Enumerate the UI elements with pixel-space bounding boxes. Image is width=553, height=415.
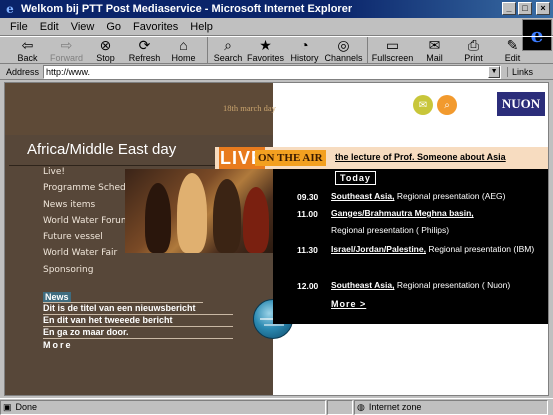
nuon-logo[interactable]: NUON — [497, 92, 545, 116]
menu-file[interactable]: File — [4, 21, 34, 33]
toolbar: ⇦ Back ⇨ Forward ⊗ Stop ⟳ Refresh ⌂ Home ⌕ Sea… — [0, 36, 553, 64]
refresh-button[interactable]: ⟳ Refresh — [125, 37, 164, 63]
close-button[interactable]: × — [536, 2, 550, 15]
refresh-icon: ⟳ — [138, 37, 151, 53]
menu-view[interactable]: View — [65, 21, 101, 33]
menu-help[interactable]: Help — [184, 21, 219, 33]
status-bar: ▣ Done ◍ Internet zone — [0, 398, 553, 415]
window-controls: _ □ × — [502, 2, 550, 15]
news-item[interactable]: En dit van het tweeede bericht — [43, 315, 233, 327]
lecture-link[interactable]: the lecture of Prof. Someone about Asia — [335, 152, 506, 162]
search-icon[interactable]: ⌕ — [437, 95, 457, 115]
globe-small-icon: ◍ — [357, 401, 365, 412]
schedule-desc: Regional presentation (IBM) — [425, 244, 535, 254]
edit-icon: ✎ — [506, 37, 519, 53]
left-panel: Africa/Middle East day Live! Programme S… — [5, 83, 293, 395]
event-date: 18th march day — [223, 103, 276, 113]
mail-icon[interactable]: ✉ — [413, 95, 433, 115]
links-button[interactable]: Links — [507, 66, 533, 77]
search-icon: ⌕ — [224, 37, 232, 53]
channels-button[interactable]: ◎ Channels — [324, 37, 363, 63]
print-icon: ⎙ — [467, 37, 480, 53]
news-item[interactable]: Dit is de titel van een nieuwsbericht — [43, 303, 233, 315]
chevron-down-icon[interactable]: ▼ — [488, 65, 501, 78]
print-button[interactable]: ⎙ Print — [454, 37, 493, 63]
home-button[interactable]: ⌂ Home — [164, 37, 203, 63]
on-the-air-label: ON THE AIR — [255, 150, 326, 166]
page-icon: ▣ — [3, 401, 12, 412]
address-value: http://www. — [46, 66, 91, 77]
fullscreen-icon: ▭ — [385, 37, 400, 53]
back-button[interactable]: ⇦ Back — [8, 37, 47, 63]
window-title: Welkom bij PTT Post Mediaservice - Micro… — [21, 3, 353, 15]
schedule-time: 11.30 — [297, 245, 318, 255]
security-zone: ◍ Internet zone — [354, 399, 548, 415]
schedule-link[interactable]: Southeast Asia, — [331, 280, 394, 290]
favorites-icon: ★ — [259, 37, 272, 53]
schedule-link[interactable]: Israel/Jordan/Palestine, — [331, 244, 426, 254]
schedule-more-link[interactable]: More > — [331, 299, 366, 309]
schedule-link[interactable]: Southeast Asia, — [331, 191, 394, 201]
forward-button[interactable]: ⇨ Forward — [47, 37, 86, 63]
today-label: Today — [335, 171, 376, 185]
menu-favorites[interactable]: Favorites — [127, 21, 184, 33]
news-heading: News — [43, 292, 203, 303]
fullscreen-button[interactable]: ▭ Fullscreen — [367, 37, 415, 63]
history-icon: ◔ — [300, 37, 309, 53]
address-input[interactable]: http://www. ▼ — [43, 64, 502, 79]
status-text: ▣ Done — [0, 399, 326, 415]
news-more-link[interactable]: More — [43, 340, 255, 350]
schedule-link[interactable]: Ganges/Brahmautra Meghna basin, — [331, 208, 474, 218]
menu-bar: File Edit View Go Favorites Help — [0, 18, 553, 36]
address-bar: Address http://www. ▼ Links — [0, 64, 553, 80]
schedule-desc: Regional presentation ( Nuon) — [394, 280, 511, 290]
mail-icon: ✉ — [428, 37, 441, 53]
schedule-time: 11.00 — [297, 209, 318, 219]
forward-arrow-icon: ⇨ — [60, 37, 73, 53]
page-content: Africa/Middle East day Live! Programme S… — [4, 82, 549, 396]
news-item[interactable]: En ga zo maar door. — [43, 327, 233, 339]
dancers-photo — [125, 169, 275, 253]
day-title: Africa/Middle East day — [27, 141, 177, 158]
mail-button[interactable]: ✉ Mail — [415, 37, 454, 63]
favorites-button[interactable]: ★ Favorites — [246, 37, 285, 63]
schedule-desc: Regional presentation (AEG) — [394, 191, 506, 201]
ie-icon: e — [6, 2, 14, 16]
status-spacer — [327, 399, 353, 415]
stop-button[interactable]: ⊗ Stop — [86, 37, 125, 63]
schedule-time: 09.30 — [297, 192, 319, 202]
stop-icon: ⊗ — [99, 37, 112, 53]
schedule-panel: Today 09.30 Southeast Asia, Regional pre… — [273, 169, 548, 324]
address-label: Address — [6, 66, 40, 77]
nav-item-sponsoring[interactable]: Sponsoring — [43, 265, 140, 281]
menu-edit[interactable]: Edit — [34, 21, 65, 33]
back-arrow-icon: ⇦ — [21, 37, 34, 53]
schedule-time: 12.00 — [297, 281, 319, 291]
title-bar: e Welkom bij PTT Post Mediaservice - Mic… — [0, 0, 553, 18]
header-icons: ✉ ⌕ — [413, 95, 457, 115]
schedule-desc: Regional presentation ( Philips) — [331, 225, 450, 235]
history-button[interactable]: ◔ History — [285, 37, 324, 63]
home-icon: ⌂ — [179, 37, 188, 53]
minimize-button[interactable]: _ — [502, 2, 516, 15]
edit-button[interactable]: ✎ Edit — [493, 37, 532, 63]
channels-icon: ◎ — [337, 37, 350, 53]
maximize-button[interactable]: □ — [518, 2, 532, 15]
news-section: News Dit is de titel van een nieuwsberic… — [43, 292, 255, 350]
search-button[interactable]: ⌕ Search — [207, 37, 246, 63]
menu-go[interactable]: Go — [100, 21, 127, 33]
